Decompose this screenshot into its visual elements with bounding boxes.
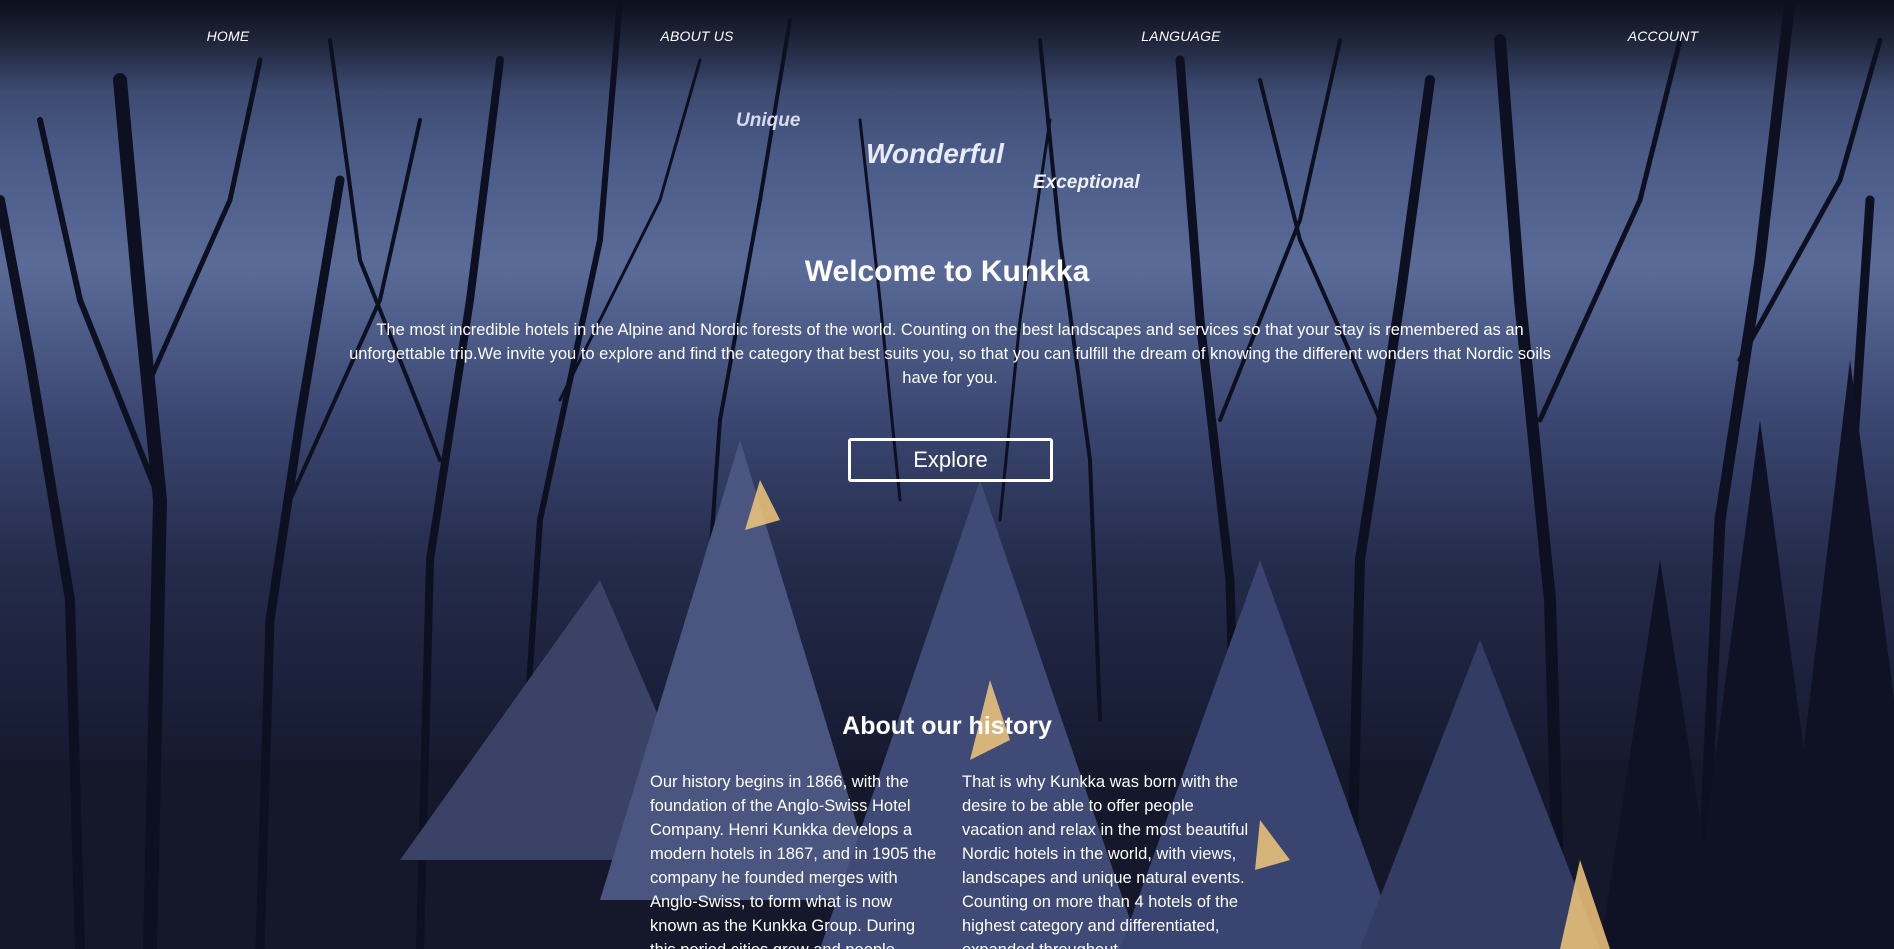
tagline-exceptional: Exceptional bbox=[1033, 172, 1140, 193]
tagline-wonderful: Wonderful bbox=[866, 138, 1004, 169]
history-text-right: That is why Kunkka was born with the des… bbox=[962, 773, 1249, 949]
nav-language[interactable]: LANGUAGE bbox=[1141, 28, 1220, 44]
top-nav: HOME ABOUT US LANGUAGE ACCOUNT bbox=[0, 0, 1894, 78]
nav-about-us[interactable]: ABOUT US bbox=[660, 28, 733, 44]
hero-intro-text: The most incredible hotels in the Alpine… bbox=[349, 321, 1551, 387]
nav-account[interactable]: ACCOUNT bbox=[1628, 28, 1699, 44]
explore-button[interactable]: Explore bbox=[848, 438, 1053, 482]
history-text-left: Our history begins in 1866, with the fou… bbox=[650, 773, 937, 949]
hero-title: Welcome to Kunkka bbox=[804, 255, 1090, 288]
page: HOME ABOUT US LANGUAGE ACCOUNT Unique Wo… bbox=[0, 0, 1894, 949]
history-title: About our history bbox=[842, 712, 1052, 740]
nav-home[interactable]: HOME bbox=[207, 28, 250, 44]
tagline-unique: Unique bbox=[736, 110, 801, 131]
